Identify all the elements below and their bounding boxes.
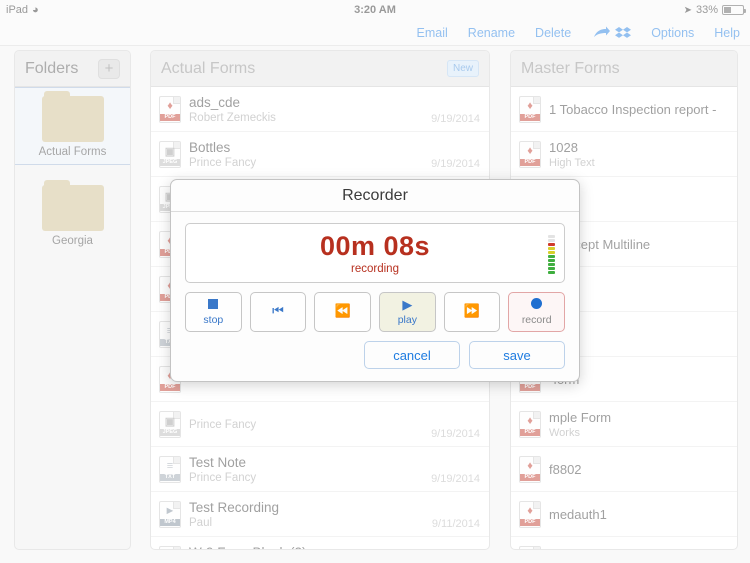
stop-square-icon: [208, 298, 219, 312]
recorder-timer-value: 00m 08s: [319, 231, 431, 261]
recorder-title: Recorder: [171, 180, 579, 212]
vu-meter: [548, 232, 555, 274]
stop-button[interactable]: stop: [185, 292, 242, 332]
record-button[interactable]: record: [508, 292, 566, 332]
stop-button-label: stop: [203, 314, 224, 326]
recorder-dialog: Recorder 00m 08s recording stop ⏮ ⏪ ▶ pl…: [170, 179, 580, 382]
play-button-label: play: [397, 314, 417, 326]
skip-back-icon: ⏮: [272, 303, 284, 318]
fast-forward-icon: ⏩: [463, 303, 481, 318]
record-button-label: record: [521, 314, 552, 326]
play-button[interactable]: ▶ play: [379, 292, 436, 332]
record-circle-icon: [531, 298, 543, 312]
skip-back-button[interactable]: ⏮: [249, 292, 307, 332]
recorder-footer: cancel save: [185, 341, 565, 369]
recorder-controls: stop ⏮ ⏪ ▶ play ⏩ record: [185, 292, 566, 332]
rewind-button[interactable]: ⏪: [314, 292, 372, 332]
fast-forward-button[interactable]: ⏩: [443, 292, 501, 332]
cancel-button[interactable]: cancel: [364, 341, 460, 369]
recorder-state-label: recording: [351, 263, 399, 275]
ipad-screen: iPad ◕ 3:20 AM ➤ 33% Email Rename Delete…: [0, 0, 750, 563]
recorder-timer-box: 00m 08s recording: [185, 223, 565, 283]
save-button[interactable]: save: [469, 341, 565, 369]
play-triangle-icon: ▶: [402, 297, 413, 312]
rewind-icon: ⏪: [334, 303, 351, 318]
